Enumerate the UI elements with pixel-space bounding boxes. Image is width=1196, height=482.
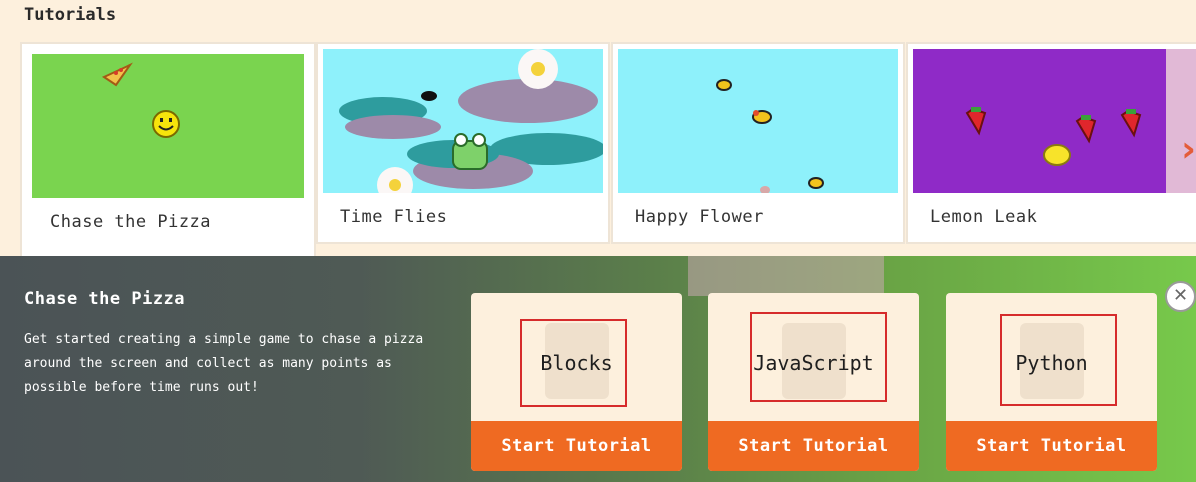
detail-description: Get started creating a simple game to ch…	[24, 332, 424, 395]
bee-icon	[808, 177, 824, 189]
detail-title: Chase the Pizza	[24, 289, 186, 309]
strawberry-icon	[1075, 115, 1097, 144]
card-thumbnail	[32, 54, 304, 198]
highlight-box	[750, 312, 887, 402]
smiley-icon	[152, 110, 180, 138]
highlight-box	[1000, 314, 1117, 406]
close-icon[interactable]: ✕	[1165, 281, 1196, 312]
background-decoration	[688, 256, 884, 296]
tutorial-card-happy-flower[interactable]: Happy Flower	[613, 44, 903, 242]
start-tutorial-button[interactable]: Start Tutorial	[946, 421, 1157, 471]
card-label: Time Flies	[340, 207, 448, 227]
tutorial-card-chase-the-pizza[interactable]: Chase the Pizza	[22, 44, 314, 256]
pizza-icon	[101, 62, 133, 87]
frog-icon	[452, 133, 488, 170]
card-label: Happy Flower	[635, 207, 764, 227]
card-label: Lemon Leak	[930, 207, 1038, 227]
option-card-python[interactable]: Python Start Tutorial	[946, 293, 1157, 471]
tutorial-card-time-flies[interactable]: Time Flies	[318, 44, 608, 242]
card-thumbnail	[323, 49, 603, 193]
strawberry-icon	[965, 107, 987, 136]
tutorial-card-lemon-leak[interactable]: Lemon Leak ›	[908, 44, 1196, 242]
option-card-javascript[interactable]: JavaScript Start Tutorial	[708, 293, 919, 471]
start-tutorial-button[interactable]: Start Tutorial	[471, 421, 682, 471]
option-card-blocks[interactable]: Blocks Start Tutorial	[471, 293, 682, 471]
card-label: Chase the Pizza	[50, 212, 212, 232]
strawberry-icon	[1120, 109, 1142, 138]
bee-icon	[716, 79, 732, 91]
lily-flower-icon	[377, 167, 413, 193]
section-title: Tutorials	[24, 5, 117, 25]
fly-icon	[421, 91, 437, 101]
card-thumbnail	[913, 49, 1166, 193]
chevron-right-icon[interactable]: ›	[1181, 129, 1196, 170]
lily-flower-icon	[518, 49, 558, 89]
bee-icon	[752, 110, 772, 124]
highlight-box	[520, 319, 627, 407]
start-tutorial-button[interactable]: Start Tutorial	[708, 421, 919, 471]
lemon-icon	[1043, 144, 1071, 166]
card-thumbnail	[618, 49, 898, 193]
bee-icon	[760, 186, 770, 193]
next-card-peek	[1166, 49, 1196, 193]
